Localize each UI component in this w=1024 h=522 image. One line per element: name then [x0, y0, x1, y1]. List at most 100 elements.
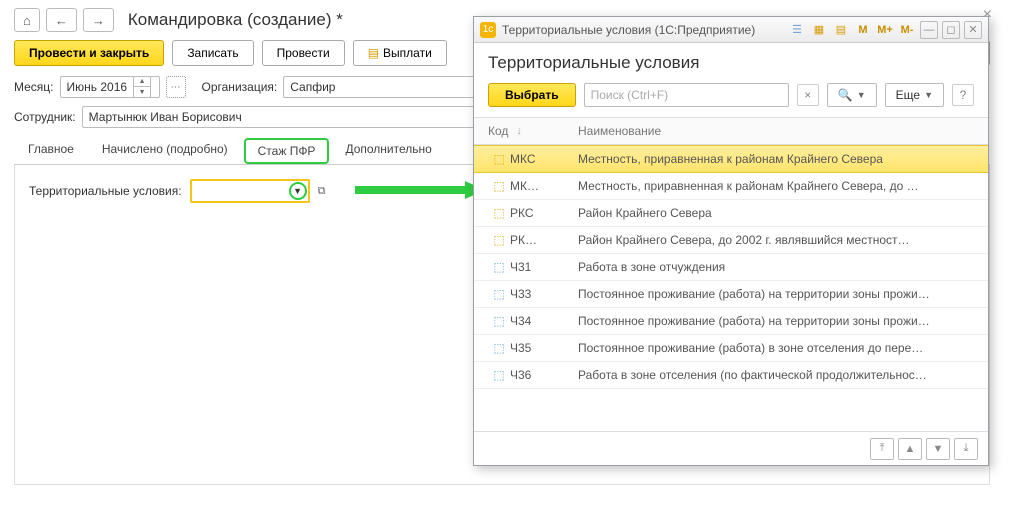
pay-label: Выплати [383, 46, 432, 60]
column-code-label: Код [488, 124, 508, 138]
search-placeholder: Поиск (Ctrl+F) [591, 88, 669, 102]
app-icon: 1c [480, 22, 496, 38]
dialog-header: Территориальные условия [474, 43, 988, 79]
list-row[interactable]: ⬚МКСМестность, приравненная к районам Кр… [474, 145, 988, 173]
month-picker-button[interactable]: ⋯ [166, 76, 186, 98]
dialog-toolbar: Выбрать Поиск (Ctrl+F) × 🔍 ▼ Еще ▼ ? [474, 79, 988, 118]
org-value: Сапфир [290, 80, 335, 94]
tab-accrued[interactable]: Начислено (подробно) [88, 136, 242, 164]
document-icon: ▤ [368, 46, 379, 60]
scroll-up-icon[interactable]: ▲ [898, 438, 922, 460]
row-icon: ⬚ [488, 314, 510, 328]
close-dialog-icon[interactable]: ✕ [964, 21, 982, 39]
list-header: Код ↓ Наименование [474, 118, 988, 145]
chevron-down-icon: ▼ [924, 90, 933, 100]
row-code: Ч35 [510, 341, 578, 355]
row-name: Местность, приравненная к районам Крайне… [578, 179, 974, 193]
row-code: Ч33 [510, 287, 578, 301]
row-icon: ⬚ [488, 287, 510, 301]
row-name: Постоянное проживание (работа) в зоне от… [578, 341, 974, 355]
list-row[interactable]: ⬚РК…Район Крайнего Севера, до 2002 г. яв… [474, 227, 988, 254]
row-code: Ч36 [510, 368, 578, 382]
list-row[interactable]: ⬚Ч35Постоянное проживание (работа) в зон… [474, 335, 988, 362]
scroll-down-icon[interactable]: ▼ [926, 438, 950, 460]
home-button[interactable]: ⌂ [14, 8, 40, 32]
row-code: РКС [510, 206, 578, 220]
scroll-top-icon[interactable]: ⤒ [870, 438, 894, 460]
list-row[interactable]: ⬚Ч31Работа в зоне отчуждения [474, 254, 988, 281]
tab-pfr[interactable]: Стаж ПФР [244, 138, 330, 164]
popout-icon[interactable]: ⧉ [318, 185, 326, 198]
dialog-footer: ⤒ ▲ ▼ ⤓ [474, 431, 988, 465]
list-row[interactable]: ⬚МК…Местность, приравненная к районам Кр… [474, 173, 988, 200]
row-code: МК… [510, 179, 578, 193]
row-name: Местность, приравненная к районам Крайне… [578, 152, 974, 166]
row-icon: ⬚ [488, 206, 510, 220]
tool-icon-1[interactable]: ☰ [788, 21, 806, 39]
org-label: Организация: [202, 80, 278, 94]
list-row[interactable]: ⬚Ч36Работа в зоне отселения (по фактичес… [474, 362, 988, 389]
row-icon: ⬚ [488, 368, 510, 382]
chevron-down-icon: ▼ [857, 90, 866, 100]
row-name: Район Крайнего Севера, до 2002 г. являвш… [578, 233, 974, 247]
row-code: МКС [510, 152, 578, 166]
tab-extra[interactable]: Дополнительно [331, 136, 445, 164]
row-name: Район Крайнего Севера [578, 206, 974, 220]
list-body: ⬚МКСМестность, приравненная к районам Кр… [474, 145, 988, 431]
select-button[interactable]: Выбрать [488, 83, 576, 107]
minimize-icon[interactable]: — [920, 21, 938, 39]
write-button[interactable]: Записать [172, 40, 253, 66]
clear-icon[interactable]: × [797, 84, 819, 106]
scroll-bottom-icon[interactable]: ⤓ [954, 438, 978, 460]
tool-icon-2[interactable]: ▦ [810, 21, 828, 39]
page-title: Командировка (создание) * [128, 10, 343, 30]
tab-main[interactable]: Главное [14, 136, 88, 164]
row-code: Ч34 [510, 314, 578, 328]
row-name: Постоянное проживание (работа) на террит… [578, 287, 974, 301]
memory-mminus[interactable]: M- [898, 21, 916, 39]
sort-icon: ↓ [516, 125, 522, 137]
forward-button[interactable]: → [83, 8, 114, 32]
memory-mplus[interactable]: M+ [876, 21, 894, 39]
pay-button[interactable]: ▤ Выплати [353, 40, 447, 66]
row-icon: ⬚ [488, 179, 510, 193]
row-icon: ⬚ [488, 260, 510, 274]
row-icon: ⬚ [488, 152, 510, 166]
dialog-tools: ☰ ▦ ▤ M M+ M- — ◻ ✕ [788, 21, 982, 39]
arrow-down-icon[interactable]: ▼ [134, 87, 150, 97]
more-label: Еще [896, 88, 920, 102]
row-code: Ч31 [510, 260, 578, 274]
more-button[interactable]: Еще ▼ [885, 83, 944, 107]
month-label: Месяц: [14, 80, 54, 94]
search-input[interactable]: Поиск (Ctrl+F) [584, 83, 789, 107]
row-code: РК… [510, 233, 578, 247]
territory-input[interactable]: ▼ [190, 179, 310, 203]
dropdown-icon[interactable]: ▼ [289, 182, 307, 200]
maximize-icon[interactable]: ◻ [942, 21, 960, 39]
territory-label: Территориальные условия: [29, 184, 182, 198]
month-value: Июнь 2016 [67, 80, 128, 94]
list-row[interactable]: ⬚Ч34Постоянное проживание (работа) на те… [474, 308, 988, 335]
dialog-titlebar[interactable]: 1c Территориальные условия (1С:Предприят… [474, 17, 988, 43]
employee-label: Сотрудник: [14, 110, 76, 124]
post-button[interactable]: Провести [262, 40, 345, 66]
list-row[interactable]: ⬚РКСРайон Крайнего Севера [474, 200, 988, 227]
arrow-up-icon[interactable]: ▲ [134, 77, 150, 87]
month-stepper[interactable]: ▲ ▼ [133, 76, 151, 98]
month-input[interactable]: Июнь 2016 ▲ ▼ [60, 76, 160, 98]
dialog-window-title: Территориальные условия (1С:Предприятие) [502, 23, 755, 37]
memory-m[interactable]: M [854, 21, 872, 39]
tool-icon-3[interactable]: ▤ [832, 21, 850, 39]
post-and-close-button[interactable]: Провести и закрыть [14, 40, 164, 66]
search-icon: 🔍 [838, 88, 853, 102]
row-name: Работа в зоне отселения (по фактической … [578, 368, 974, 382]
search-action-button[interactable]: 🔍 ▼ [827, 83, 877, 107]
employee-value: Мартынюк Иван Борисович [89, 110, 242, 124]
dialog-help-button[interactable]: ? [952, 84, 974, 106]
row-name: Работа в зоне отчуждения [578, 260, 974, 274]
row-icon: ⬚ [488, 341, 510, 355]
back-button[interactable]: ← [46, 8, 77, 32]
column-name[interactable]: Наименование [578, 124, 974, 138]
list-row[interactable]: ⬚Ч33Постоянное проживание (работа) на те… [474, 281, 988, 308]
column-code[interactable]: Код ↓ [488, 124, 578, 138]
